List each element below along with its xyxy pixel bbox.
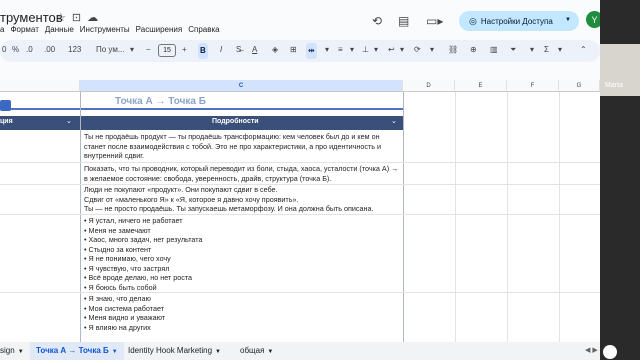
- column-header-d[interactable]: D: [403, 80, 455, 92]
- tab-label: общая: [240, 346, 265, 355]
- table-cell[interactable]: • Я устал, ничего не работает • Меня не …: [84, 216, 402, 292]
- column-divider: [559, 92, 560, 342]
- chevron-down-icon[interactable]: ▾: [350, 45, 354, 54]
- column-header-b[interactable]: [0, 80, 80, 92]
- font-size-input[interactable]: 15: [158, 44, 176, 57]
- tab-identity-hook-marketing[interactable]: Identity Hook Marketing ▼: [128, 346, 221, 355]
- tab-tochka-a-b[interactable]: Точка А → Точка Б ▼: [30, 342, 124, 360]
- number-format-button[interactable]: 123: [68, 45, 81, 54]
- functions-icon[interactable]: Σ: [544, 45, 549, 54]
- column-header-g[interactable]: G: [559, 80, 600, 92]
- tab-label: sign: [0, 346, 15, 355]
- column-divider: [455, 92, 456, 342]
- move-folder-icon[interactable]: ⊡: [72, 11, 81, 24]
- tab-sign[interactable]: sign ▼: [0, 346, 24, 355]
- sheet-title: Точка А → Точка Б: [115, 96, 206, 107]
- chevron-down-icon[interactable]: ▼: [215, 349, 221, 355]
- globe-icon: ◎: [469, 15, 477, 26]
- table-header-row: ция ⌄ Подробности ⌄: [0, 116, 403, 130]
- table-cell[interactable]: Ты не продаёшь продукт — ты продаёшь тра…: [84, 132, 402, 161]
- tab-label: Identity Hook Marketing: [128, 346, 213, 355]
- chart-icon[interactable]: ▥: [490, 45, 498, 54]
- participant-name: Marta: [605, 82, 623, 89]
- chevron-down-icon[interactable]: ▾: [325, 45, 329, 54]
- wrap-icon[interactable]: ↩: [388, 45, 395, 54]
- menu-bar: а Формат Данные Инструменты Расширения С…: [0, 25, 220, 34]
- chevron-down-icon[interactable]: ⌄: [391, 117, 397, 125]
- percent-format-button[interactable]: %: [12, 45, 19, 54]
- title-icons: ☆ ⊡ ☁: [56, 11, 98, 24]
- row-divider: [0, 214, 600, 215]
- tab-label: Точка А → Точка Б: [36, 346, 109, 355]
- decrease-decimal-button[interactable]: .0: [26, 45, 33, 54]
- header-cell-details[interactable]: Подробности: [212, 118, 259, 125]
- chevron-down-icon[interactable]: ▾: [558, 45, 562, 54]
- sheet-tabs: sign ▼ Точка А → Точка Б ▼ Identity Hook M…: [0, 342, 600, 360]
- align-left-icon[interactable]: ≡: [338, 45, 343, 54]
- table-cell[interactable]: • Я знаю, что делаю • Моя система работа…: [84, 294, 402, 332]
- strikethrough-button[interactable]: S̶: [236, 45, 241, 54]
- history-icon[interactable]: ⟲: [372, 14, 382, 28]
- menu-item-insert[interactable]: а: [0, 25, 4, 34]
- column-header-e[interactable]: E: [455, 80, 507, 92]
- chevron-down-icon[interactable]: ▼: [565, 17, 571, 23]
- chevron-down-icon[interactable]: ▾: [530, 45, 534, 54]
- column-header-f[interactable]: F: [507, 80, 559, 92]
- column-header-c[interactable]: C: [80, 80, 403, 92]
- table-cell[interactable]: Люди не покупают «продукт». Они покупают…: [84, 185, 402, 214]
- italic-button[interactable]: I: [220, 45, 222, 54]
- spreadsheet-grid: C D E F G Точка А → Точка Б ция ⌄ Подроб…: [0, 80, 600, 342]
- header-cell-category[interactable]: ция: [0, 118, 13, 125]
- star-icon[interactable]: ☆: [56, 11, 66, 24]
- font-size-decrease-button[interactable]: −: [146, 45, 151, 54]
- explore-icon[interactable]: [603, 345, 617, 359]
- chevron-down-icon[interactable]: ▼: [267, 349, 273, 355]
- chevron-down-icon[interactable]: ▼: [112, 349, 118, 355]
- toolbar: 0 % .0 .00 123 По ум... ▾ − 15 + B I S̶ …: [0, 40, 600, 62]
- rotate-icon[interactable]: ⟳: [414, 45, 421, 54]
- borders-icon[interactable]: ⊞: [290, 45, 297, 54]
- tab-scroll-arrows-icon[interactable]: ◀ ▶: [585, 346, 598, 354]
- menu-item-tools[interactable]: Инструменты: [80, 25, 130, 34]
- column-divider: [507, 92, 508, 342]
- merge-cells-icon[interactable]: ⇹: [306, 43, 317, 59]
- chevron-down-icon[interactable]: ▾: [400, 45, 404, 54]
- chevron-down-icon[interactable]: ⌄: [66, 117, 72, 125]
- link-icon[interactable]: ⛓: [448, 45, 458, 54]
- increase-decimal-button[interactable]: .00: [44, 45, 55, 54]
- chevron-down-icon[interactable]: ▼: [18, 349, 24, 355]
- row-divider: [0, 162, 600, 163]
- menu-item-format[interactable]: Формат: [10, 25, 38, 34]
- cloud-icon[interactable]: ☁: [87, 11, 98, 24]
- column-divider: [403, 92, 404, 342]
- sheet-app-icon: [0, 100, 11, 111]
- menu-item-data[interactable]: Данные: [45, 25, 74, 34]
- document-title[interactable]: трументов: [0, 10, 63, 25]
- text-color-button[interactable]: A: [252, 45, 257, 54]
- share-button[interactable]: ◎ Настройки Доступа ▼: [459, 11, 579, 31]
- row-divider: [0, 292, 600, 293]
- font-select[interactable]: По ум...: [96, 45, 125, 54]
- chevron-down-icon[interactable]: ▾: [374, 45, 378, 54]
- valign-icon[interactable]: ⊥: [362, 45, 369, 54]
- video-call-icon[interactable]: ▭▸: [426, 14, 443, 28]
- font-size-increase-button[interactable]: +: [182, 45, 187, 54]
- chevron-down-icon[interactable]: ▾: [430, 45, 434, 54]
- menu-item-help[interactable]: Справка: [188, 25, 219, 34]
- comment-add-icon[interactable]: ⊕: [470, 45, 477, 54]
- collapse-icon[interactable]: ⌃: [580, 45, 587, 54]
- fill-color-icon[interactable]: ◈: [272, 45, 278, 54]
- column-divider: [80, 92, 81, 342]
- share-label: Настройки Доступа: [480, 16, 553, 26]
- tab-obshchaya[interactable]: общая ▼: [240, 346, 273, 355]
- menu-item-extensions[interactable]: Расширения: [136, 25, 183, 34]
- merged-title-cell[interactable]: Точка А → Точка Б: [0, 92, 403, 110]
- chevron-down-icon[interactable]: ▾: [130, 45, 134, 54]
- zoom-value[interactable]: 0: [2, 45, 6, 54]
- comment-icon[interactable]: ▤: [398, 14, 409, 28]
- table-cell[interactable]: Показать, что ты проводник, который пере…: [84, 164, 402, 183]
- filter-icon[interactable]: ⏷: [510, 45, 516, 55]
- bold-button[interactable]: B: [198, 43, 208, 59]
